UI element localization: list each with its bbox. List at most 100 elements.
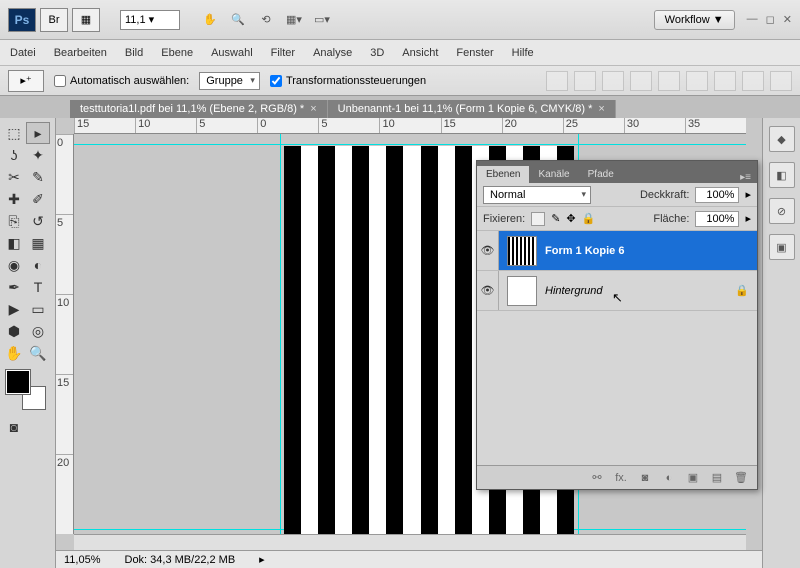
status-doc-info[interactable]: Dok: 34,3 MB/22,2 MB (125, 554, 236, 566)
menu-fenster[interactable]: Fenster (456, 47, 493, 59)
tab-kanaele[interactable]: Kanäle (529, 166, 578, 183)
menu-ansicht[interactable]: Ansicht (402, 47, 438, 59)
move-tool[interactable]: ▸ (26, 122, 50, 144)
layer-style-icon[interactable]: fx. (613, 472, 629, 484)
layer-thumbnail[interactable] (507, 276, 537, 306)
document-tab-1[interactable]: testtutoria1l.pdf bei 11,1% (Ebene 2, RG… (70, 100, 328, 118)
layer-row[interactable]: 👁 Hintergrund 🔒 (477, 271, 757, 311)
distribute-icon[interactable] (742, 71, 764, 91)
dock-adjustments-icon[interactable]: ◧ (769, 162, 795, 188)
marquee-tool[interactable]: ⬚ (2, 122, 26, 144)
zoom-tool[interactable]: 🔍 (26, 342, 50, 364)
hand-tool-icon[interactable]: ✋ (200, 10, 220, 30)
blur-tool[interactable]: ◉ (2, 254, 26, 276)
color-swatches[interactable] (6, 370, 46, 410)
align-icon[interactable] (602, 71, 624, 91)
eyedropper-tool[interactable]: ✎ (26, 166, 50, 188)
layer-thumbnail[interactable] (507, 236, 537, 266)
move-tool-preset[interactable]: ▸⁺ (8, 70, 44, 92)
3d-camera-tool[interactable]: ◎ (26, 320, 50, 342)
menu-ebene[interactable]: Ebene (161, 47, 193, 59)
distribute-icon[interactable] (714, 71, 736, 91)
3d-tool[interactable]: ⬢ (2, 320, 26, 342)
lock-transparent-icon[interactable] (531, 212, 545, 226)
delete-layer-icon[interactable]: 🗑 (733, 471, 749, 484)
rotate-view-icon[interactable]: ⟲ (256, 10, 276, 30)
shape-tool[interactable]: ▭ (26, 298, 50, 320)
link-layers-icon[interactable]: ⚯ (589, 471, 605, 484)
tab-ebenen[interactable]: Ebenen (477, 166, 529, 183)
new-layer-icon[interactable]: ▤ (709, 471, 725, 484)
distribute-icon[interactable] (770, 71, 792, 91)
screen-mode-icon[interactable]: ▭▾ (312, 10, 332, 30)
healing-tool[interactable]: ✚ (2, 188, 26, 210)
lock-image-icon[interactable]: ✎ (551, 212, 560, 225)
visibility-icon[interactable]: 👁 (477, 271, 499, 310)
dock-camera-icon[interactable]: ▣ (769, 234, 795, 260)
eraser-tool[interactable]: ◧ (2, 232, 26, 254)
menu-auswahl[interactable]: Auswahl (211, 47, 253, 59)
zoom-level-selector[interactable]: 11,1 ▾ (120, 10, 180, 30)
menu-bearbeiten[interactable]: Bearbeiten (54, 47, 107, 59)
maximize-icon[interactable]: ◻ (766, 13, 775, 26)
lock-position-icon[interactable]: ✥ (566, 212, 575, 225)
hand-tool[interactable]: ✋ (2, 342, 26, 364)
brush-tool[interactable]: ✐ (26, 188, 50, 210)
lasso-tool[interactable]: ʖ (2, 144, 26, 166)
layers-panel: Ebenen Kanäle Pfade ▸≡ Normal Deckkraft:… (476, 160, 758, 490)
minimize-icon[interactable]: — (747, 13, 758, 26)
gradient-tool[interactable]: ▦ (26, 232, 50, 254)
arrange-docs-icon[interactable]: ▦▾ (284, 10, 304, 30)
close-icon[interactable]: ✕ (783, 13, 792, 26)
panel-menu-icon[interactable]: ▸≡ (734, 172, 757, 183)
blend-mode-select[interactable]: Normal (483, 186, 591, 204)
pen-tool[interactable]: ✒ (2, 276, 26, 298)
minibridge-icon[interactable]: ▦ (72, 8, 100, 32)
tab-close-icon[interactable]: × (310, 103, 316, 115)
quickmask-tool[interactable]: ◙ (2, 416, 26, 438)
menu-3d[interactable]: 3D (370, 47, 384, 59)
clone-tool[interactable]: ⎘ (2, 210, 26, 232)
opacity-value[interactable]: 100% (695, 187, 739, 203)
menu-hilfe[interactable]: Hilfe (512, 47, 534, 59)
path-select-tool[interactable]: ▶ (2, 298, 26, 320)
align-icon[interactable] (658, 71, 680, 91)
layer-mask-icon[interactable]: ◙ (637, 472, 653, 484)
magic-wand-tool[interactable]: ✦ (26, 144, 50, 166)
auto-select-target[interactable]: Gruppe (199, 72, 260, 90)
layer-name[interactable]: Form 1 Kopie 6 (545, 245, 757, 257)
transform-controls-checkbox[interactable]: Transformationssteuerungen (270, 75, 426, 87)
history-brush-tool[interactable]: ↺ (26, 210, 50, 232)
status-zoom[interactable]: 11,05% (64, 554, 101, 566)
bridge-icon[interactable]: Br (40, 8, 68, 32)
lock-all-icon[interactable]: 🔒 (582, 212, 596, 225)
adjustment-layer-icon[interactable]: ◐ (661, 472, 677, 484)
dock-styles-icon[interactable]: ⊘ (769, 198, 795, 224)
type-tool[interactable]: T (26, 276, 50, 298)
dock-color-icon[interactable]: ◆ (769, 126, 795, 152)
layer-row[interactable]: 👁 Form 1 Kopie 6 (477, 231, 757, 271)
menu-bild[interactable]: Bild (125, 47, 143, 59)
auto-select-checkbox[interactable]: Automatisch auswählen: (54, 75, 189, 87)
align-icon[interactable] (630, 71, 652, 91)
layer-name[interactable]: Hintergrund (545, 285, 735, 297)
fill-value[interactable]: 100% (695, 211, 739, 227)
workspace-switcher[interactable]: Workflow ▼ (654, 10, 735, 30)
menu-analyse[interactable]: Analyse (313, 47, 352, 59)
visibility-icon[interactable]: 👁 (477, 231, 499, 270)
tab-pfade[interactable]: Pfade (579, 166, 623, 183)
layer-group-icon[interactable]: ▣ (685, 471, 701, 484)
align-icon[interactable] (686, 71, 708, 91)
crop-tool[interactable]: ✂ (2, 166, 26, 188)
dodge-tool[interactable]: ◐ (26, 254, 50, 276)
menu-datei[interactable]: Datei (10, 47, 36, 59)
menu-filter[interactable]: Filter (271, 47, 295, 59)
scrollbar-horizontal[interactable] (74, 534, 746, 550)
align-icon[interactable] (574, 71, 596, 91)
document-tab-2[interactable]: Unbenannt-1 bei 11,1% (Form 1 Kopie 6, C… (328, 100, 616, 118)
slider-icon[interactable]: ▸ (745, 188, 751, 201)
align-icon[interactable] (546, 71, 568, 91)
slider-icon[interactable]: ▸ (745, 212, 751, 225)
zoom-tool-icon[interactable]: 🔍 (228, 10, 248, 30)
tab-close-icon[interactable]: × (598, 103, 604, 115)
